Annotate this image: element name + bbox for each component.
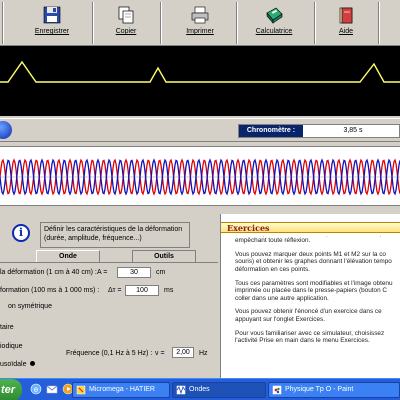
ondes-app-icon (176, 385, 186, 395)
task-paint[interactable]: Physique Tp O - Paint (268, 382, 400, 398)
exercise-paragraph: Pour vous familiariser avec ce simulateu… (235, 329, 385, 345)
task-label: Ondes (189, 386, 210, 393)
printer-icon (191, 6, 209, 24)
info-box: i Définir les caractéristiques de la déf… (0, 218, 218, 248)
outlook-icon[interactable] (46, 383, 58, 395)
frequency-unit: Hz (199, 350, 208, 357)
exercise-paragraph: Tous ces paramètres sont modifiables et … (235, 279, 393, 302)
duration-unit: ms (164, 287, 174, 294)
help-icon (339, 7, 353, 24)
info-text: Définir les caractéristiques de la défor… (40, 222, 190, 248)
tab-bar: Onde Outils (0, 250, 218, 262)
amplitude-label: la déformation (1 cm à 40 cm) : (0, 269, 97, 276)
calculator-button[interactable]: Calculatrice (246, 3, 302, 43)
toolbar-separator (236, 2, 238, 44)
exercises-header: Exercices (221, 222, 400, 233)
duration-label: formation (100 ms à 1 000 ms) : (0, 287, 100, 294)
parameter-panel: i Définir les caractéristiques de la déf… (0, 214, 218, 378)
toolbar-separator (160, 2, 162, 44)
duration-symbol: Δτ = (108, 287, 122, 294)
task-label: Micromega - HATIER (89, 386, 155, 393)
amplitude-symbol: A = (97, 269, 108, 276)
chronometer-value: 3,85 s (343, 127, 363, 134)
tab-onde[interactable]: Onde (36, 250, 100, 262)
task-micromega[interactable]: Micromega - HATIER (72, 382, 170, 398)
exercise-paragraph: Vous pouvez obtenir l'énoncé d'un exerci… (235, 308, 382, 323)
copy-label: Copier (115, 28, 137, 35)
symmetric-option[interactable]: on symétrique (8, 303, 52, 310)
pulse-trace (0, 60, 400, 83)
svg-text:e: e (34, 385, 39, 394)
exercises-text: La source est représentée par la règle r… (235, 236, 400, 378)
status-bar: Chronomètre : 3,85 s (0, 118, 400, 142)
help-button[interactable]: Aide (318, 3, 374, 43)
wave-form: la déformation (1 cm à 40 cm) : A = 30 c… (0, 262, 218, 378)
info-icon: i (12, 224, 30, 242)
toolbar-separator (378, 2, 380, 44)
chronometer: Chronomètre : 3,85 s (238, 124, 400, 138)
chronometer-label: Chronomètre : (239, 125, 303, 137)
pulse-line (0, 60, 400, 83)
save-icon (43, 6, 61, 24)
toolbar-separator (2, 2, 4, 44)
frequency-input[interactable]: 2,00 (172, 347, 194, 358)
start-button[interactable]: ter (0, 379, 22, 400)
copy-button[interactable]: Copier (98, 3, 154, 43)
calculator-label: Calculatrice (255, 28, 293, 35)
amplitude-input[interactable]: 30 (117, 267, 151, 278)
exercise-paragraph: Vous pouvez marquer deux points M1 et M2… (235, 250, 392, 273)
save-label: Enregistrer (34, 28, 70, 35)
toolbar-separator (314, 2, 316, 44)
print-button[interactable]: Imprimer (172, 3, 228, 43)
frequency-label: Fréquence (0,1 Hz à 5 Hz) : (66, 350, 153, 357)
micromega-app-icon (76, 385, 86, 395)
help-label: Aide (338, 28, 353, 35)
tab-outils[interactable]: Outils (132, 250, 196, 262)
source-indicator-icon (0, 121, 12, 139)
option-periodic[interactable]: iodique (0, 343, 23, 350)
exercises-title: Exercices (227, 223, 270, 233)
task-label: Physique Tp O - Paint (285, 386, 354, 393)
wave-display (0, 146, 400, 206)
taskbar: ter e Micromega - HATIER Ondes Physique … (0, 378, 400, 400)
radio-selected-icon (30, 361, 35, 366)
duration-input[interactable]: 100 (125, 285, 159, 296)
amplitude-unit: cm (156, 269, 166, 276)
frequency-symbol: ν = (155, 350, 165, 357)
option-single[interactable]: taire (0, 324, 14, 331)
print-label: Imprimer (186, 28, 214, 35)
task-ondes[interactable]: Ondes (172, 382, 266, 398)
pulse-display (0, 46, 400, 116)
wave-trace (0, 158, 400, 196)
exercise-paragraph: La source est représentée par la règle r… (235, 236, 387, 245)
save-button[interactable]: Enregistrer (24, 3, 80, 43)
option-sinusoidal[interactable]: usoïdale (0, 361, 26, 368)
toolbar: Enregistrer Copier Imprimer Calculatrice… (0, 0, 400, 46)
exercises-panel: Exercices La source est représentée par … (220, 214, 400, 378)
internet-explorer-icon[interactable]: e (30, 383, 42, 395)
calculator-icon (266, 7, 283, 24)
paint-app-icon (272, 385, 282, 395)
copy-icon (118, 6, 134, 24)
toolbar-separator (92, 2, 94, 44)
